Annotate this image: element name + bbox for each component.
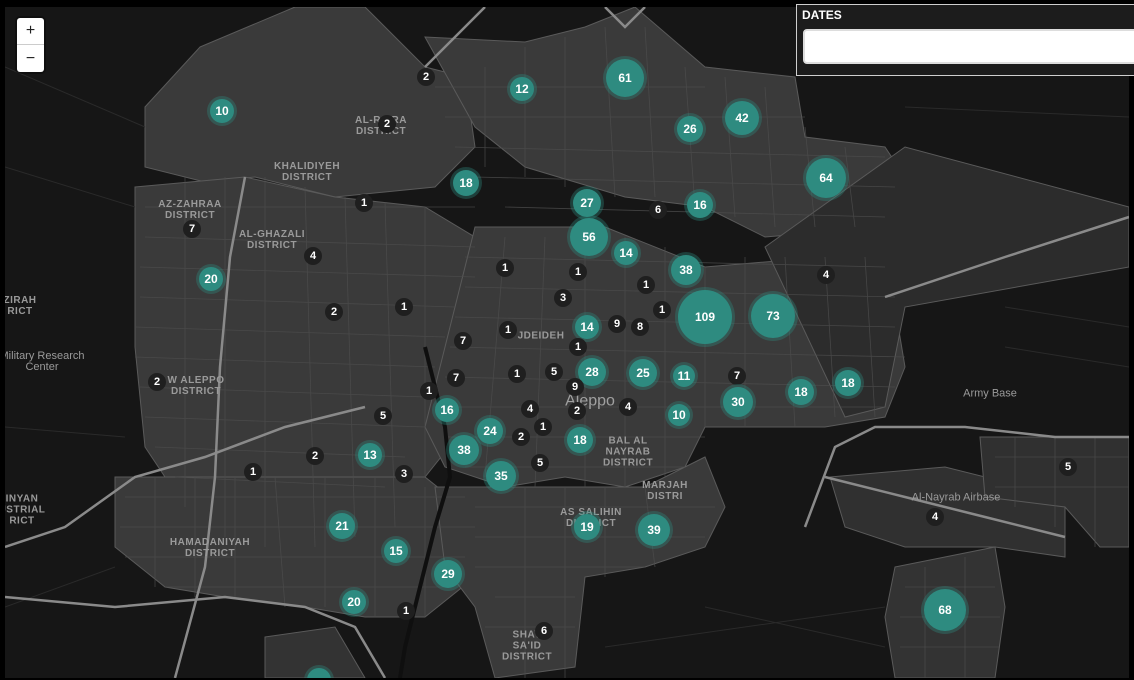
cluster-marker[interactable]: 14 [575,315,599,339]
cluster-marker[interactable]: 56 [570,218,608,256]
cluster-marker[interactable]: 20 [199,267,223,291]
cluster-marker[interactable]: 4 [521,400,539,418]
district-label-zirah: ZIRAH RICT [5,295,37,317]
district-label-az-zahraa: AZ-ZAHRAA DISTRICT [158,199,222,221]
cluster-marker[interactable]: 7 [728,367,746,385]
dates-filter-panel: DATES [796,4,1134,76]
cluster-marker[interactable]: 38 [671,255,701,285]
cluster-marker[interactable]: 7 [454,332,472,350]
cluster-marker[interactable]: 5 [374,407,392,425]
place-label-army-base: Army Base [963,387,1017,400]
zoom-out-button[interactable]: − [17,45,44,72]
cluster-marker[interactable]: 10 [668,404,690,426]
cluster-marker[interactable]: 6 [535,622,553,640]
place-label-military-center: Military Research Center [5,350,85,373]
cluster-marker[interactable]: 9 [566,378,584,396]
district-label-al-ghazali: AL-GHAZALI DISTRICT [238,229,306,251]
cluster-marker[interactable]: 18 [788,379,814,405]
cluster-marker[interactable]: 18 [567,427,593,453]
cluster-marker[interactable]: 7 [447,369,465,387]
cluster-marker[interactable]: 2 [306,447,324,465]
district-label-dinyan: INYANUSTRIALRICT [5,493,46,527]
cluster-marker[interactable]: 1 [508,365,526,383]
district-label-khalidiyeh: KHALIDIYEH DISTRICT [273,161,341,183]
cluster-marker[interactable]: 1 [397,602,415,620]
cluster-marker[interactable]: 3 [554,289,572,307]
cluster-marker[interactable]: 109 [678,290,732,344]
place-label-nayrab-airbase: Al-Nayrab Airbase [911,491,1001,504]
cluster-marker[interactable]: 35 [486,461,516,491]
cluster-marker[interactable]: 1 [637,276,655,294]
cluster-marker[interactable]: 5 [545,363,563,381]
cluster-marker[interactable]: 11 [673,365,695,387]
cluster-marker[interactable]: 16 [435,398,459,422]
cluster-marker[interactable]: 26 [677,116,703,142]
cluster-marker[interactable]: 4 [926,508,944,526]
cluster-marker[interactable]: 39 [638,514,670,546]
cluster-marker[interactable]: 3 [395,465,413,483]
zoom-in-button[interactable]: + [17,18,44,45]
cluster-marker[interactable]: 16 [687,192,713,218]
cluster-marker[interactable]: 13 [358,443,382,467]
map-basemap [5,7,1129,678]
district-label-new-aleppo: W ALEPPO DISTRICT [167,375,225,397]
cluster-marker[interactable]: 2 [378,115,396,133]
cluster-marker[interactable]: 25 [629,359,657,387]
cluster-marker[interactable]: 18 [835,370,861,396]
cluster-marker[interactable]: 1 [499,321,517,339]
cluster-marker[interactable]: 2 [512,428,530,446]
cluster-marker[interactable]: 14 [614,241,638,265]
district-label-jdeideh: JDEIDEH [517,330,565,342]
map-canvas[interactable]: AL-RA'RADISTRICTKHALIDIYEHDISTRICTAZ-ZAH… [5,7,1129,678]
cluster-marker[interactable]: 1 [244,463,262,481]
district-label-hamadaniyah: HAMADANIYAH DISTRICT [169,537,251,559]
cluster-marker[interactable]: 1 [395,298,413,316]
cluster-marker[interactable]: 1 [420,382,438,400]
cluster-marker[interactable]: 10 [210,99,234,123]
cluster-marker[interactable]: 7 [183,220,201,238]
cluster-marker[interactable]: 30 [723,387,753,417]
cluster-marker[interactable]: 1 [569,338,587,356]
district-label-bal-al-nayrab: BAL AL NAYRAB DISTRICT [602,435,654,469]
cluster-marker[interactable]: 5 [531,454,549,472]
zoom-control: + − [17,18,44,72]
cluster-marker[interactable]: 38 [449,435,479,465]
cluster-marker[interactable]: 9 [608,315,626,333]
cluster-marker[interactable]: 2 [568,402,586,420]
dates-input[interactable] [803,29,1134,64]
cluster-marker[interactable]: 2 [325,303,343,321]
cluster-marker[interactable]: 18 [453,170,479,196]
cluster-marker[interactable]: 4 [304,247,322,265]
cluster-marker[interactable]: 12 [510,77,534,101]
cluster-marker[interactable]: 21 [329,513,355,539]
cluster-marker[interactable]: 20 [342,590,366,614]
cluster-marker[interactable]: 8 [631,318,649,336]
cluster-marker[interactable]: 27 [573,189,601,217]
cluster-marker[interactable]: 1 [569,263,587,281]
cluster-marker[interactable]: 15 [384,539,408,563]
cluster-marker[interactable]: 73 [751,294,795,338]
cluster-marker[interactable]: 19 [574,514,600,540]
cluster-marker[interactable]: 64 [806,158,846,198]
cluster-marker[interactable]: 1 [355,194,373,212]
page-frame: AL-RA'RADISTRICTKHALIDIYEHDISTRICTAZ-ZAH… [0,0,1134,680]
district-label-marjah: MARJAH DISTRI [642,480,688,502]
cluster-marker[interactable]: 68 [924,589,966,631]
cluster-marker[interactable]: 61 [606,59,644,97]
cluster-marker[interactable]: 1 [496,259,514,277]
cluster-marker[interactable]: 1 [653,301,671,319]
dates-label: DATES [802,8,842,22]
cluster-marker[interactable]: 2 [417,68,435,86]
cluster-marker[interactable]: 4 [817,266,835,284]
cluster-marker[interactable]: 6 [649,201,667,219]
cluster-marker[interactable]: 5 [1059,458,1077,476]
cluster-marker[interactable]: 1 [534,418,552,436]
cluster-marker[interactable]: 42 [725,101,759,135]
cluster-marker[interactable]: 24 [477,418,503,444]
cluster-marker[interactable]: 2 [148,373,166,391]
cluster-marker[interactable]: 4 [619,398,637,416]
cluster-marker[interactable]: 29 [434,560,462,588]
